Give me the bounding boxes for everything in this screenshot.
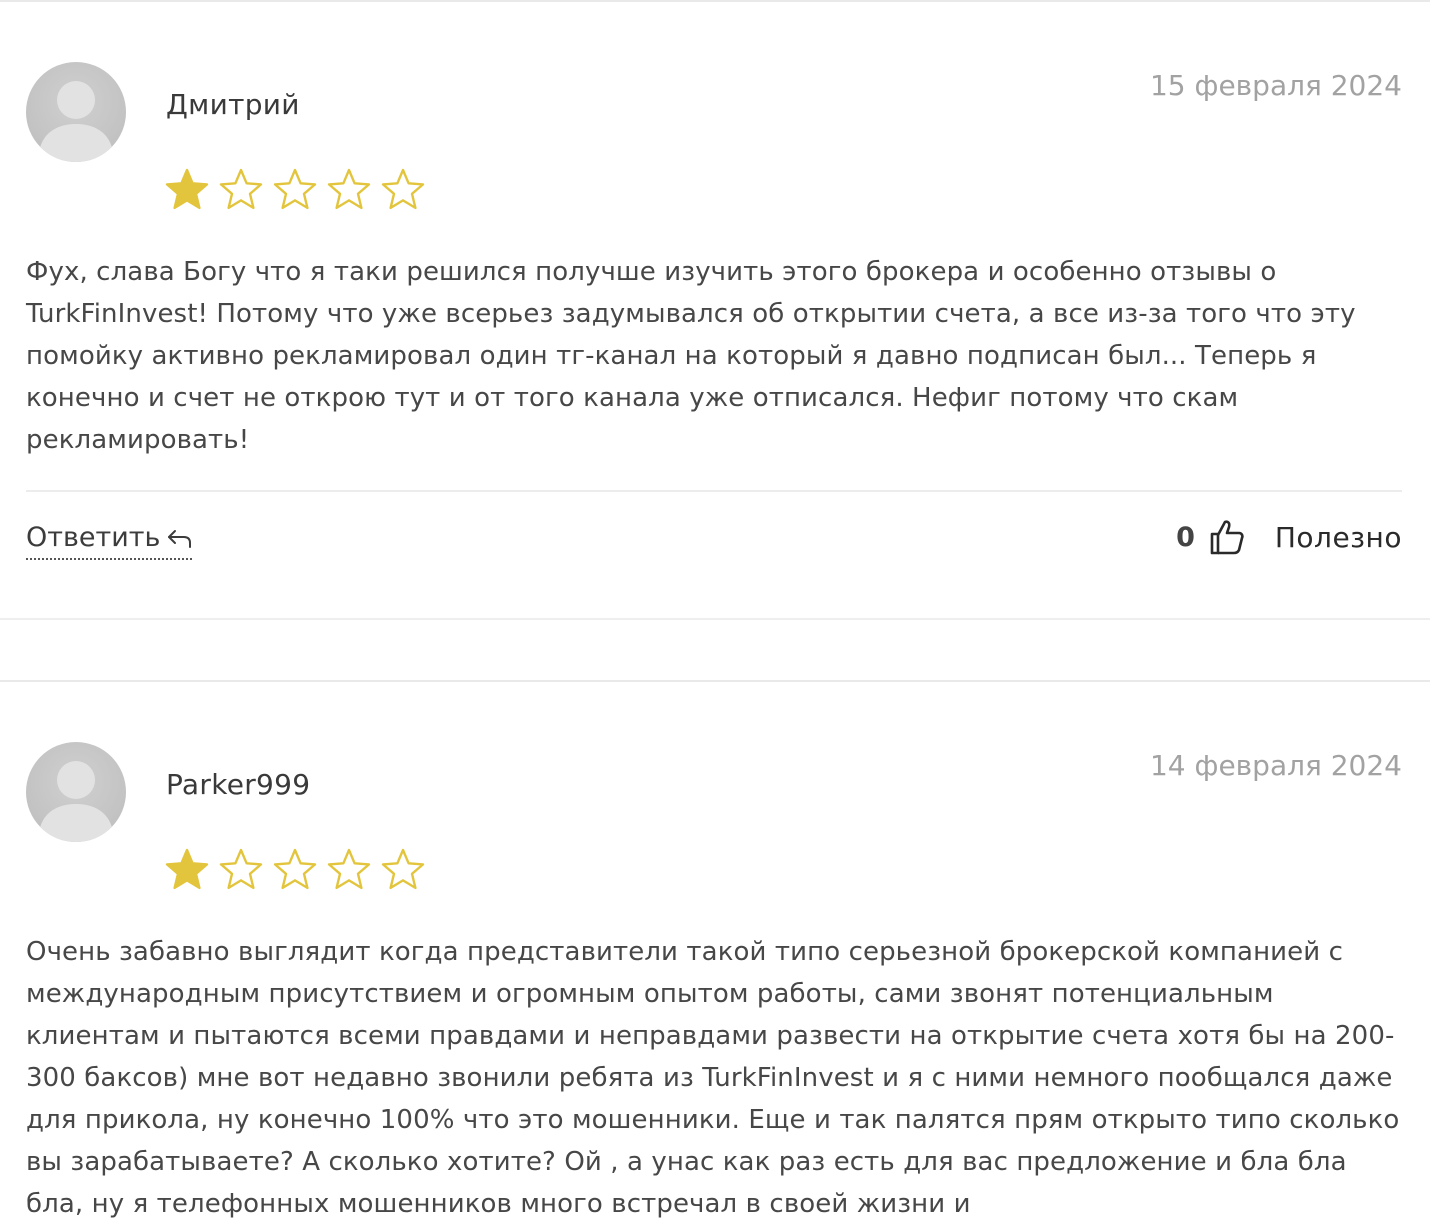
- star-empty-icon: [272, 847, 318, 893]
- default-user-avatar-icon: [38, 81, 114, 162]
- review-date: 15 февраля 2024: [1149, 69, 1402, 102]
- star-empty-icon: [218, 847, 264, 893]
- review-separator: [0, 618, 1430, 682]
- star-filled-icon: [164, 847, 210, 893]
- reply-arrow-icon: [168, 530, 192, 548]
- review-text: Фух, слава Богу что я таки решился получ…: [26, 257, 1356, 455]
- helpful-vote: 0 Полезно: [1176, 514, 1402, 560]
- review-card: Parker999 14 февраля 2024 Очень забавно …: [0, 680, 1430, 1230]
- star-empty-icon: [380, 167, 426, 213]
- avatar: [26, 742, 126, 842]
- review-author: Parker999: [166, 768, 311, 801]
- avatar: [26, 62, 126, 162]
- default-user-avatar-icon: [38, 761, 114, 842]
- star-empty-icon: [326, 167, 372, 213]
- rating-stars: [164, 167, 426, 213]
- helpful-count: 0: [1176, 521, 1195, 553]
- thumbs-up-icon[interactable]: [1209, 518, 1245, 556]
- star-empty-icon: [380, 847, 426, 893]
- star-empty-icon: [218, 167, 264, 213]
- rating-stars: [164, 847, 426, 893]
- reply-button[interactable]: Ответить: [26, 516, 193, 560]
- reply-label: Ответить: [26, 521, 161, 553]
- star-empty-icon: [272, 167, 318, 213]
- reviews-page: Дмитрий 15 февраля 2024 Фух, слава Богу …: [0, 0, 1430, 1230]
- helpful-button[interactable]: Полезно: [1275, 521, 1402, 554]
- review-card: Дмитрий 15 февраля 2024 Фух, слава Богу …: [0, 0, 1430, 620]
- star-empty-icon: [326, 847, 372, 893]
- star-filled-icon: [164, 167, 210, 213]
- review-date: 14 февраля 2024: [1149, 749, 1402, 782]
- divider: [26, 490, 1402, 492]
- review-text: Очень забавно выглядит когда представите…: [26, 937, 1400, 1219]
- review-author: Дмитрий: [166, 88, 300, 121]
